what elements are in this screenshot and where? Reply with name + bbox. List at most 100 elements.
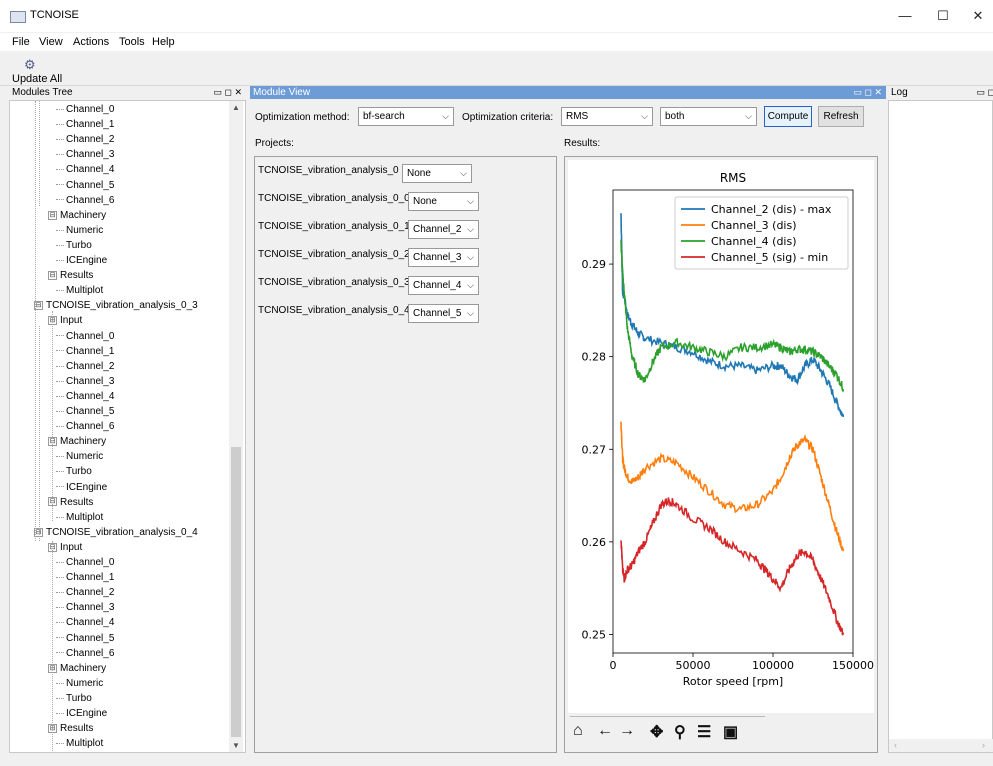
tree-item[interactable]: Channel_0 — [56, 102, 114, 117]
tree-item[interactable]: Channel_5 — [56, 178, 114, 193]
legend-entry: Channel_5 (sig) - min — [711, 251, 828, 264]
modules-tree-dock-buttons[interactable]: ▭ ◻ ✕ — [213, 86, 242, 99]
close-button[interactable]: ✕ — [963, 6, 993, 26]
tree-item-label: Results — [60, 270, 94, 282]
tree-scrollbar[interactable]: ▲ ▼ — [229, 101, 243, 752]
tree-item[interactable]: ⊟ Machinery — [48, 661, 106, 676]
scroll-left-icon[interactable]: ‹ — [894, 740, 897, 750]
update-all-button[interactable]: ⚙ Update All — [8, 53, 64, 85]
scroll-right-icon[interactable]: › — [982, 740, 985, 750]
tree-item[interactable]: Channel_2 — [56, 585, 114, 600]
tree-item[interactable]: ⊟ Input — [48, 540, 82, 555]
project-channel-select[interactable]: None ⌵ — [402, 164, 472, 183]
tree-item[interactable]: ⊟ Machinery — [48, 434, 106, 449]
project-channel-select[interactable]: None ⌵ — [408, 192, 479, 211]
tree-item[interactable]: Channel_0 — [56, 555, 114, 570]
tree-item[interactable]: ICEngine — [56, 480, 107, 495]
tree-item[interactable]: Numeric — [56, 223, 103, 238]
tree-item[interactable]: Channel_2 — [56, 359, 114, 374]
tree-item[interactable]: Channel_5 — [56, 631, 114, 646]
log-dock-buttons[interactable]: ▭ ◻ ✕ — [976, 86, 993, 99]
tree-connector — [56, 712, 64, 714]
project-channel-select[interactable]: Channel_3 ⌵ — [408, 248, 479, 267]
project-channel-select[interactable]: Channel_2 ⌵ — [408, 220, 479, 239]
tree-item[interactable]: Channel_6 — [56, 646, 114, 661]
zoom-icon[interactable]: ⚲ — [674, 722, 686, 742]
tree-item[interactable]: Channel_6 — [56, 419, 114, 434]
opt-criteria-select[interactable]: RMS ⌵ — [561, 107, 653, 126]
tree-item[interactable]: Multiplot — [56, 510, 103, 525]
chevron-down-icon: ⌵ — [641, 111, 648, 121]
title-bar: TCNOISE — ☐ ✕ — [0, 0, 993, 32]
tree-item[interactable]: Channel_3 — [56, 374, 114, 389]
back-arrow-icon[interactable]: ← — [597, 722, 613, 740]
tree-item[interactable]: ICEngine — [56, 706, 107, 721]
forward-arrow-icon[interactable]: → — [619, 722, 635, 740]
tree-item[interactable]: ⊟ TCNOISE_vibration_analysis_0_4 — [34, 525, 198, 540]
tree-item[interactable]: Channel_0 — [56, 329, 114, 344]
tree-item[interactable]: Channel_4 — [56, 162, 114, 177]
tree-item[interactable]: Channel_2 — [56, 132, 114, 147]
tree-item[interactable]: Multiplot — [56, 736, 103, 751]
module-view-dock-buttons[interactable]: ▭ ◻ ✕ — [853, 86, 882, 99]
tree-item[interactable]: Turbo — [56, 464, 92, 479]
tree-item[interactable]: Turbo — [56, 238, 92, 253]
tree-item[interactable]: ⊟ Results — [48, 268, 93, 283]
project-channel-select[interactable]: Channel_4 ⌵ — [408, 276, 479, 295]
tree-item[interactable]: ⊟ Machinery — [48, 208, 106, 223]
chevron-down-icon: ⌵ — [467, 224, 474, 234]
tree-item[interactable]: Channel_3 — [56, 600, 114, 615]
tree-item-label: Channel_4 — [66, 164, 115, 176]
tree-connector — [56, 139, 64, 141]
refresh-button[interactable]: Refresh — [818, 106, 864, 127]
tree-item[interactable]: Multiplot — [56, 283, 103, 298]
tree-item-label: Channel_6 — [66, 194, 115, 206]
menu-view[interactable]: View — [39, 36, 63, 48]
tree-connector — [56, 516, 64, 518]
compute-button[interactable]: Compute — [764, 106, 812, 127]
tree-scrollbar-thumb[interactable] — [231, 447, 241, 737]
menu-file[interactable]: File — [12, 36, 30, 48]
home-icon[interactable]: ⌂ — [573, 722, 583, 740]
menu-tools[interactable]: Tools — [119, 36, 145, 48]
mode-select[interactable]: both ⌵ — [660, 107, 757, 126]
log-scrollbar[interactable]: ‹ › — [889, 739, 993, 752]
tree-item[interactable]: Channel_1 — [56, 344, 114, 359]
tree-item[interactable]: Channel_1 — [56, 570, 114, 585]
save-icon[interactable]: ▣ — [723, 722, 738, 742]
tree-item[interactable]: Channel_3 — [56, 147, 114, 162]
tree-item[interactable]: Turbo — [56, 691, 92, 706]
tree-item[interactable]: ⊟ Input — [48, 313, 82, 328]
menu-help[interactable]: Help — [152, 36, 175, 48]
tree-item-label: Channel_3 — [66, 602, 115, 614]
tree-item[interactable]: ICEngine — [56, 253, 107, 268]
tree-item[interactable]: Channel_4 — [56, 615, 114, 630]
tree-item[interactable]: ⊟ TCNOISE_vibration_analysis_0_3 — [34, 298, 198, 313]
gear-icon: ⚙ — [24, 57, 36, 72]
opt-method-select[interactable]: bf-search ⌵ — [358, 107, 454, 126]
collapse-icon[interactable]: ⊟ — [48, 270, 57, 280]
tree-item-label: Multiplot — [66, 511, 104, 523]
opt-method-label: Optimization method: — [255, 112, 350, 123]
tree-item[interactable]: Channel_1 — [56, 117, 114, 132]
project-name: TCNOISE_vibration_analysis_0_3 — [258, 277, 410, 288]
modules-tree[interactable]: Channel_0 Channel_1 Channel_2 Channel_3 Chan… — [9, 100, 246, 753]
tree-item[interactable]: Channel_6 — [56, 193, 114, 208]
tree-item[interactable]: Channel_5 — [56, 404, 114, 419]
maximize-button[interactable]: ☐ — [928, 6, 958, 26]
pan-icon[interactable]: ✥ — [650, 722, 663, 742]
tree-item[interactable]: ⊟ Results — [48, 721, 93, 736]
tree-item[interactable]: ⊟ Results — [48, 495, 93, 510]
tree-connector — [56, 108, 64, 110]
tree-item[interactable]: Numeric — [56, 449, 103, 464]
configure-icon[interactable]: ☰ — [697, 722, 711, 742]
menu-actions[interactable]: Actions — [73, 36, 109, 48]
tree-item[interactable]: Channel_4 — [56, 389, 114, 404]
tree-item-label: Channel_1 — [66, 119, 115, 131]
scroll-down-icon[interactable]: ▼ — [232, 741, 240, 750]
scroll-up-icon[interactable]: ▲ — [232, 103, 240, 112]
collapse-icon[interactable]: ⊟ — [48, 210, 57, 220]
project-channel-select[interactable]: Channel_5 ⌵ — [408, 304, 479, 323]
tree-item[interactable]: Numeric — [56, 676, 103, 691]
minimize-button[interactable]: — — [890, 6, 920, 26]
